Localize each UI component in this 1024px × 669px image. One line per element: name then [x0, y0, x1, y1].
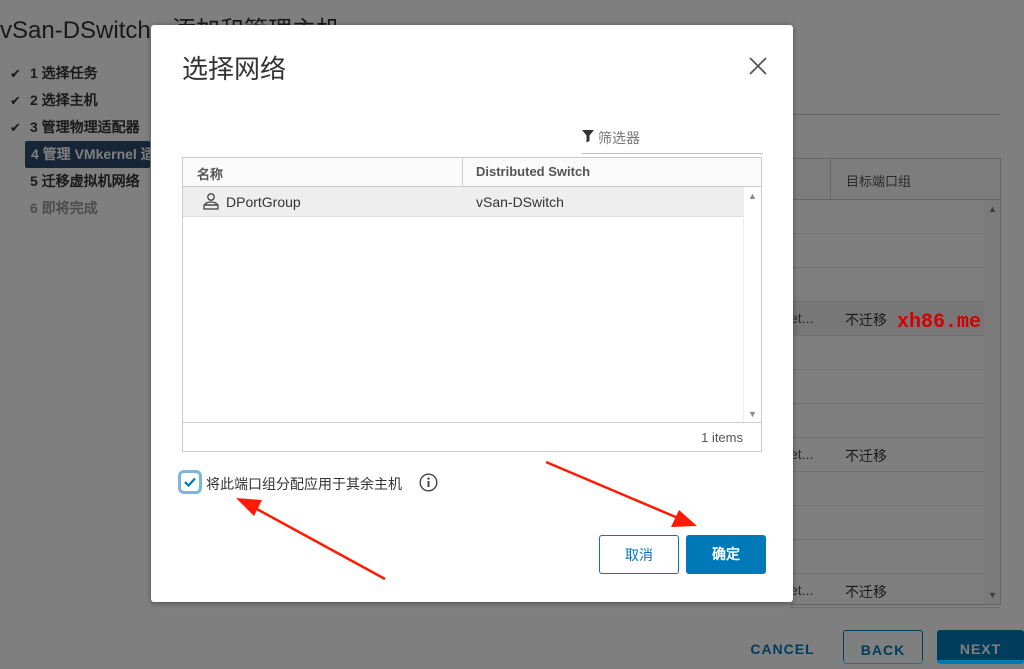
filter-input[interactable] [598, 127, 758, 149]
grid-scrollbar[interactable]: ▲ ▼ [743, 187, 761, 423]
network-grid: 名称 Distributed Switch DPortGroup vSan-DS… [182, 157, 762, 452]
grid-footer: 1 items [183, 422, 761, 451]
filter-icon [582, 129, 594, 143]
port-group-icon [203, 192, 219, 210]
info-icon[interactable] [419, 473, 438, 492]
dialog-title: 选择网络 [182, 54, 287, 84]
column-distributed-switch[interactable]: Distributed Switch [476, 164, 590, 179]
row-name: DPortGroup [226, 194, 301, 210]
apply-checkbox[interactable] [181, 473, 199, 491]
cancel-button[interactable]: 取消 [599, 535, 679, 574]
scroll-up-icon[interactable]: ▲ [748, 191, 757, 201]
close-icon[interactable] [747, 55, 769, 77]
select-network-dialog: 选择网络 名称 Distributed Switch [151, 25, 793, 602]
scroll-down-icon[interactable]: ▼ [748, 409, 757, 419]
apply-checkbox-label[interactable]: 将此端口组分配应用于其余主机 [206, 474, 402, 494]
filter-box [582, 125, 763, 154]
item-count: 1 items [701, 430, 743, 445]
grid-header: 名称 Distributed Switch [183, 158, 761, 187]
grid-body: DPortGroup vSan-DSwitch [183, 187, 761, 423]
column-name[interactable]: 名称 [197, 164, 223, 183]
row-switch: vSan-DSwitch [476, 194, 564, 210]
watermark-text: xh86.me [897, 311, 982, 334]
table-row[interactable]: DPortGroup vSan-DSwitch [183, 187, 743, 217]
ok-button[interactable]: 确定 [686, 535, 766, 574]
